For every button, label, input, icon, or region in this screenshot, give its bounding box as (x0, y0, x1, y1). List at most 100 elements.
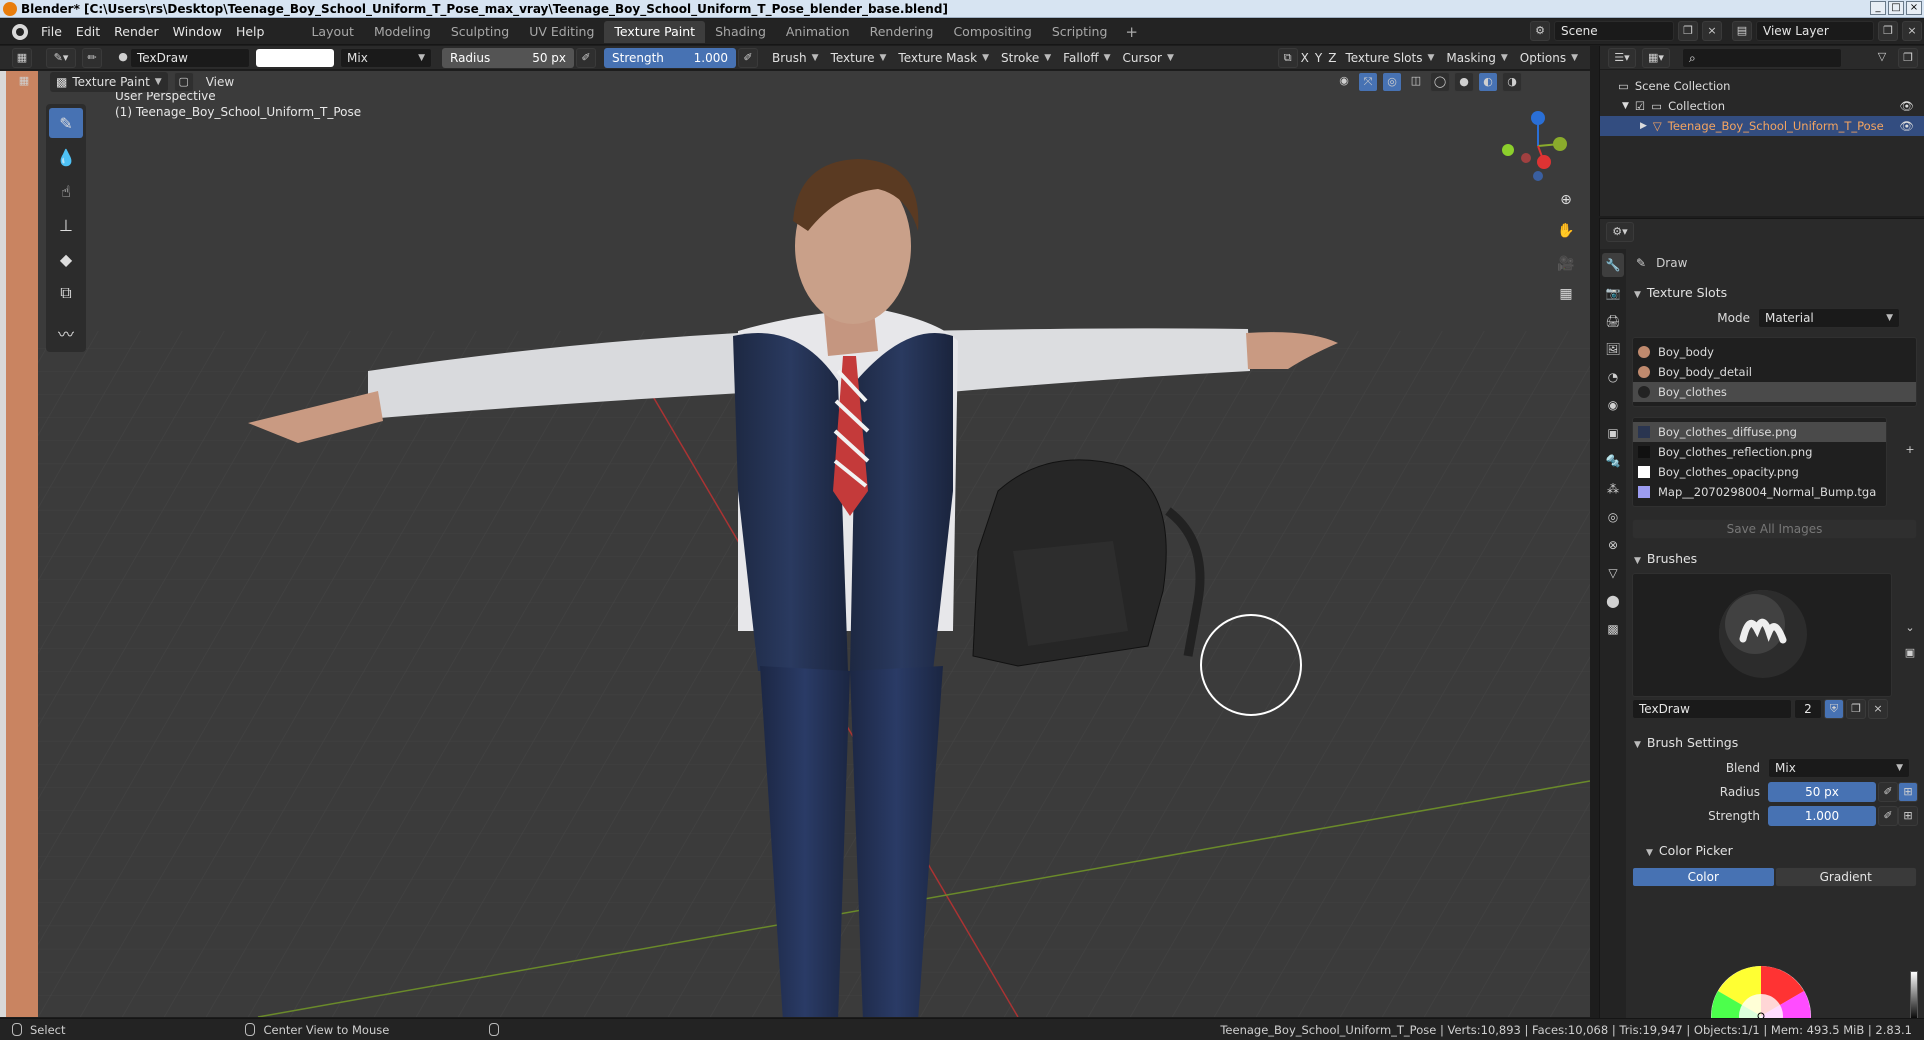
tab-modeling[interactable]: Modeling (364, 21, 441, 43)
editor-type-icon[interactable]: ▦ (12, 47, 32, 68)
soften-tool-icon[interactable]: 💧 (49, 142, 83, 172)
options-menu[interactable]: Options ▼ (1514, 48, 1584, 68)
color-tab[interactable]: Color (1632, 867, 1775, 887)
constraints-tab-icon[interactable]: ⊗ (1602, 533, 1624, 557)
gizmo-toggle-icon[interactable]: ⤧ (1358, 72, 1378, 92)
delete-scene-icon[interactable]: × (1702, 21, 1722, 41)
texture-mask-menu[interactable]: Texture Mask ▼ (892, 48, 995, 68)
brush-strength-slider[interactable]: 1.000 (1768, 806, 1876, 826)
filter-icon[interactable]: ▽ (1872, 48, 1892, 68)
tab-texture-paint[interactable]: Texture Paint (604, 20, 706, 43)
image-slot-item[interactable]: Boy_clothes_diffuse.png (1633, 422, 1886, 442)
radius-unit-icon[interactable]: ⊞ (1898, 782, 1918, 802)
unlink-brush-icon[interactable]: × (1868, 699, 1888, 719)
navigation-gizmo[interactable] (1498, 106, 1578, 186)
outliner-search-input[interactable]: ⌕ (1682, 47, 1842, 68)
view-layer-tab-icon[interactable]: 🖼 (1602, 337, 1624, 361)
material-tab-icon[interactable]: ⬤ (1602, 589, 1624, 613)
mirror-y-toggle[interactable]: Y (1312, 48, 1325, 68)
outliner-collection[interactable]: ▼ ☑ ▭ Collection 👁 (1600, 96, 1924, 116)
texture-slots-header[interactable]: ▼ Texture Slots (1628, 281, 1924, 305)
blend-mode-dropdown[interactable]: Mix ▼ (340, 47, 432, 68)
viewport-editor-type-icon[interactable]: ▦ (14, 72, 34, 92)
object-eye-icon[interactable]: 👁 (1899, 116, 1914, 136)
tool-tab-icon[interactable]: 🔧 (1602, 253, 1624, 277)
solid-shading-icon[interactable]: ● (1454, 72, 1474, 92)
brush-color-swatch[interactable] (256, 48, 334, 67)
perspective-toggle-icon[interactable]: ▦ (1554, 282, 1578, 306)
brush-settings-header[interactable]: ▼ Brush Settings (1628, 731, 1924, 755)
smear-tool-icon[interactable]: ☝ (49, 176, 83, 206)
render-tab-icon[interactable]: 📷 (1602, 281, 1624, 305)
mode-selector[interactable]: ▩ Texture Paint ▼ (50, 72, 168, 92)
cursor-menu[interactable]: Cursor ▼ (1117, 48, 1180, 68)
camera-view-icon[interactable]: 🎥 (1554, 252, 1578, 276)
material-slot-item[interactable]: Boy_clothes (1633, 382, 1916, 402)
radius-pressure-icon[interactable]: ✐ (576, 47, 596, 68)
masking-menu[interactable]: Masking ▼ (1440, 48, 1513, 68)
eye-icon[interactable]: 👁 (1899, 96, 1914, 116)
delete-view-layer-icon[interactable]: × (1902, 21, 1922, 41)
tab-shading[interactable]: Shading (705, 21, 776, 43)
xray-toggle-icon[interactable]: ◫ (1406, 72, 1426, 92)
strength-unit-icon[interactable]: ⊞ (1898, 806, 1918, 826)
symmetry-icon[interactable]: ⧉ (1277, 47, 1298, 68)
add-workspace-icon[interactable]: + (1117, 23, 1146, 41)
duplicate-brush-icon[interactable]: ❐ (1846, 699, 1866, 719)
color-wheel[interactable] (1706, 961, 1816, 1021)
mirror-z-toggle[interactable]: Z (1325, 48, 1339, 68)
menu-window[interactable]: Window (166, 21, 229, 43)
brushes-header[interactable]: ▼ Brushes (1628, 547, 1924, 571)
brush-dropdown-icon[interactable]: ⌄ (1900, 619, 1920, 639)
brush-datablock-name[interactable]: TexDraw (1632, 699, 1792, 719)
material-slot-item[interactable]: Boy_body (1633, 342, 1916, 362)
blender-logo-icon[interactable] (12, 23, 28, 40)
tab-animation[interactable]: Animation (776, 21, 860, 43)
tab-scripting[interactable]: Scripting (1042, 21, 1118, 43)
strength-pen-icon[interactable]: ✐ (1878, 806, 1898, 826)
tab-rendering[interactable]: Rendering (860, 21, 944, 43)
scene-tab-icon[interactable]: ◔ (1602, 365, 1624, 389)
tab-uv-editing[interactable]: UV Editing (519, 21, 604, 43)
minimize-button[interactable]: _ (1870, 1, 1886, 15)
zoom-icon[interactable]: ⊕ (1554, 188, 1578, 212)
add-texture-slot-icon[interactable]: + (1900, 441, 1920, 461)
menu-help[interactable]: Help (229, 21, 272, 43)
mask-toggle-icon[interactable]: ▢ (173, 72, 194, 92)
data-tab-icon[interactable]: ▽ (1602, 561, 1624, 585)
brush-preview-box[interactable] (1632, 573, 1892, 697)
menu-render[interactable]: Render (107, 21, 166, 43)
output-tab-icon[interactable]: 🖨 (1602, 309, 1624, 333)
close-button[interactable]: × (1906, 1, 1922, 15)
stroke-menu[interactable]: Stroke ▼ (995, 48, 1057, 68)
outliner-scene-collection[interactable]: ▭ Scene Collection (1600, 76, 1924, 96)
save-all-images-button[interactable]: Save All Images (1632, 519, 1917, 539)
texture-slots-menu[interactable]: Texture Slots ▼ (1339, 48, 1440, 68)
brush-preview-icon[interactable]: ✏ (82, 47, 102, 68)
annotate-tool-icon[interactable]: 〰 (49, 318, 83, 348)
strength-pressure-icon[interactable]: ✐ (738, 47, 758, 68)
view-menu[interactable]: View (200, 72, 240, 92)
fake-user-icon[interactable]: ● (116, 48, 130, 68)
3d-viewport[interactable]: User Perspective (1) Teenage_Boy_School_… (38, 71, 1590, 1017)
image-slot-item[interactable]: Boy_clothes_reflection.png (1633, 442, 1886, 462)
overlay-toggle-icon[interactable]: ◎ (1382, 72, 1402, 92)
mirror-x-toggle[interactable]: X (1298, 48, 1312, 68)
wireframe-shading-icon[interactable]: ◯ (1430, 72, 1450, 92)
mask-tool-icon[interactable]: ⧉ (49, 278, 83, 308)
pan-hand-icon[interactable]: ✋ (1554, 219, 1578, 243)
fake-user-shield-icon[interactable]: ⛨ (1824, 699, 1844, 719)
particles-tab-icon[interactable]: ⁂ (1602, 477, 1624, 501)
tool-brush-icon[interactable]: ✎▾ (46, 47, 76, 68)
scene-selector[interactable]: Scene (1554, 21, 1674, 41)
falloff-menu[interactable]: Falloff ▼ (1057, 48, 1116, 68)
view-layer-icon[interactable]: ▤ (1732, 21, 1752, 41)
image-slot-item[interactable]: Boy_clothes_opacity.png (1633, 462, 1886, 482)
object-tab-icon[interactable]: ▣ (1602, 421, 1624, 445)
outliner-object-row[interactable]: ▶ ▽ Teenage_Boy_School_Uniform_T_Pose 👁 (1600, 116, 1924, 136)
clone-tool-icon[interactable]: ⊥ (49, 210, 83, 240)
brush-menu[interactable]: Brush ▼ (766, 48, 825, 68)
texture-menu[interactable]: Texture ▼ (825, 48, 893, 68)
color-picker-header[interactable]: ▼ Color Picker (1628, 839, 1924, 863)
brush-image-icon[interactable]: ▣ (1900, 644, 1920, 664)
